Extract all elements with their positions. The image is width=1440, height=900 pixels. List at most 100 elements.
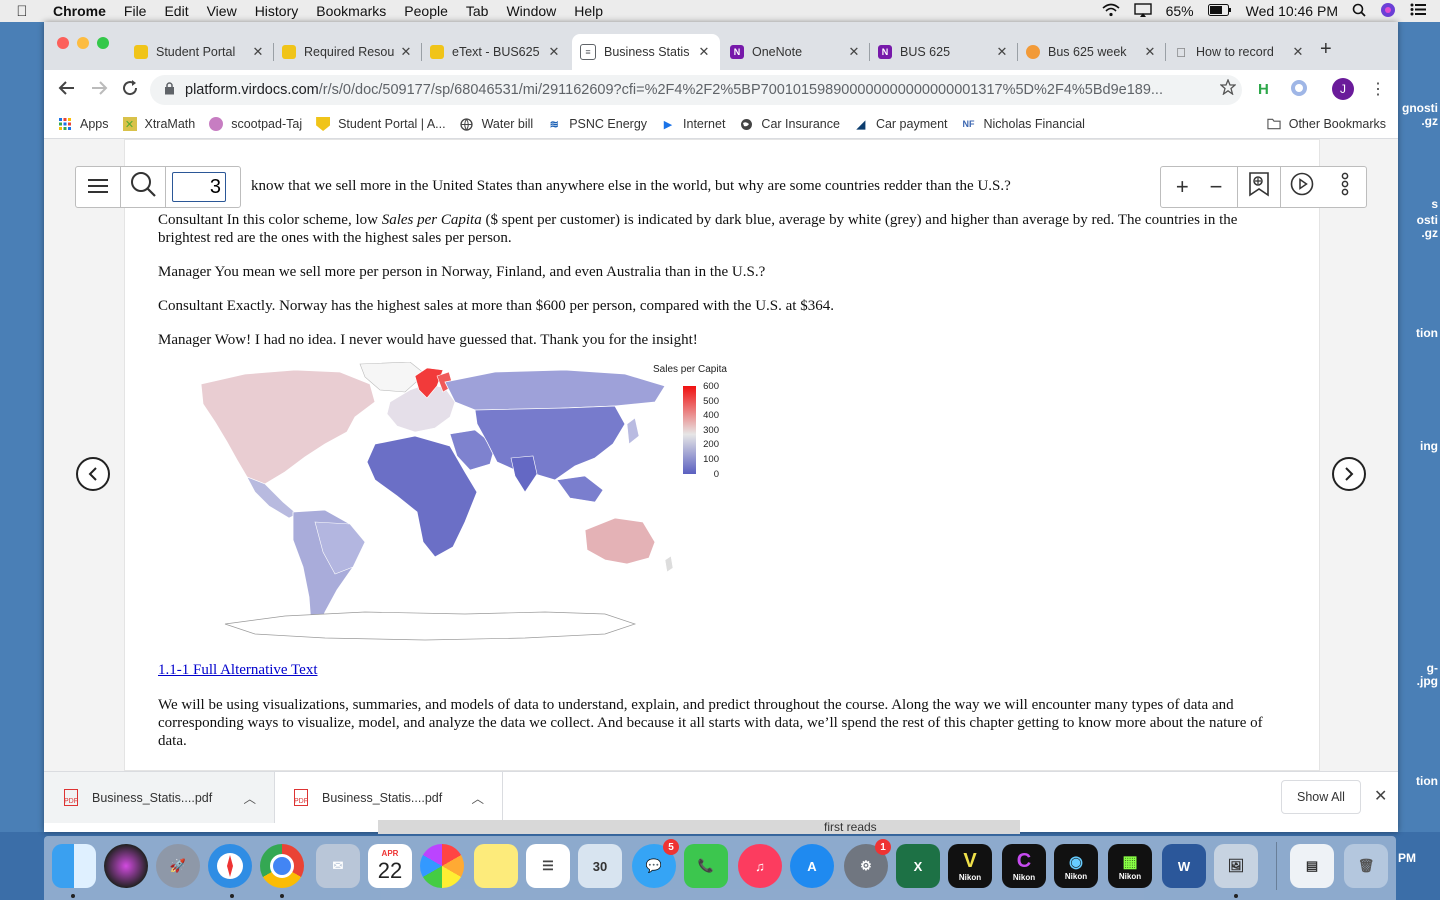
bookmark-student-portal[interactable]: Student Portal | A... [316, 117, 446, 131]
close-tab-icon[interactable]: ✕ [1142, 44, 1158, 60]
zoom-in-icon[interactable]: + [1161, 174, 1203, 200]
menu-hamburger-icon[interactable] [76, 174, 120, 200]
next-page-button[interactable] [1332, 457, 1366, 491]
bookmark-scootpad[interactable]: scootpad-Taj [209, 117, 302, 131]
menu-bookmarks[interactable]: Bookmarks [307, 3, 395, 19]
tab-business-statistics[interactable]: ≡ Business Statis ✕ [572, 34, 720, 70]
bookmark-star-icon[interactable] [1219, 78, 1237, 99]
finder-icon[interactable] [52, 844, 96, 888]
bookmark-internet[interactable]: ▶ Internet [661, 117, 726, 131]
tab-how-to-record[interactable]:  How to record ✕ [1166, 34, 1314, 70]
bookmark-car-insurance[interactable]: Car Insurance [739, 117, 840, 131]
more-options-icon[interactable] [1324, 172, 1366, 202]
menu-app-name[interactable]: Chrome [44, 3, 115, 19]
address-bar[interactable]: platform.virdocs.com/r/s/0/doc/509177/sp… [150, 75, 1242, 105]
tab-onenote[interactable]: N OneNote ✕ [722, 34, 870, 70]
safari-compass-icon[interactable] [208, 844, 252, 888]
extension-globe-icon[interactable] [1290, 79, 1308, 101]
previous-page-button[interactable] [76, 457, 110, 491]
messages-icon[interactable]: 5 💬 [632, 839, 679, 888]
menu-history[interactable]: History [246, 3, 308, 19]
search-icon[interactable] [121, 171, 165, 203]
trash-icon[interactable]: 🗑 [1344, 844, 1388, 888]
battery-percent[interactable]: 65% [1166, 3, 1194, 19]
nikon-app-icon[interactable]: ◉ Nikon [1054, 844, 1098, 888]
bookmark-search-icon[interactable] [1238, 171, 1280, 203]
downloads-stack-icon[interactable]: ▤ [1290, 844, 1334, 888]
airplay-icon[interactable] [1133, 2, 1152, 20]
menu-edit[interactable]: Edit [155, 3, 197, 19]
new-tab-button[interactable]: + [1320, 38, 1332, 61]
close-tab-icon[interactable]: ✕ [250, 44, 266, 60]
desktop-file-label[interactable]: tion [1416, 775, 1438, 788]
nikon-app-icon[interactable]: ▦ Nikon [1108, 844, 1152, 888]
mail-stamp-icon[interactable]: ✉ [316, 844, 360, 888]
bookmark-car-payment[interactable]: ◢ Car payment [854, 117, 948, 131]
chevron-up-icon[interactable]: ︿ [243, 788, 256, 807]
bookmark-xtramath[interactable]: ✕ XtraMath [122, 117, 195, 131]
chrome-menu-icon[interactable]: ⋮ [1370, 79, 1386, 99]
facetime-icon[interactable]: 📞 [684, 844, 728, 888]
close-tab-icon[interactable]: ✕ [398, 44, 414, 60]
close-tab-icon[interactable]: ✕ [1290, 44, 1306, 60]
image-capture-icon[interactable]: 🖼 [1214, 844, 1258, 888]
nikon-app-icon[interactable]: C Nikon [1002, 844, 1046, 888]
close-downloads-bar-icon[interactable]: ✕ [1374, 786, 1387, 806]
background-window[interactable]: first reads [378, 820, 1020, 834]
menu-help[interactable]: Help [565, 3, 612, 19]
lock-icon[interactable] [164, 82, 175, 98]
chrome-icon[interactable] [260, 844, 304, 888]
menu-file[interactable]: File [115, 3, 156, 19]
system-preferences-gear-icon[interactable]: 1 ⚙ [844, 839, 891, 888]
close-tab-icon[interactable]: ✕ [696, 44, 712, 60]
play-audio-icon[interactable] [1281, 172, 1323, 202]
preview-icon[interactable]: 30 [578, 844, 622, 888]
siri-icon[interactable] [1380, 2, 1396, 21]
close-tab-icon[interactable]: ✕ [994, 44, 1010, 60]
download-item[interactable]: PDF Business_Statis....pdf ︿ [44, 772, 275, 823]
battery-icon[interactable] [1207, 3, 1232, 19]
minimize-window-button[interactable] [77, 37, 89, 49]
profile-avatar[interactable]: J [1332, 78, 1354, 100]
photos-icon[interactable] [420, 844, 464, 888]
zoom-out-icon[interactable]: − [1203, 174, 1228, 200]
other-bookmarks-folder[interactable]: Other Bookmarks [1267, 117, 1386, 131]
show-all-downloads-button[interactable]: Show All [1281, 780, 1361, 814]
desktop-file-label[interactable]: tion [1416, 327, 1438, 340]
word-icon[interactable]: W [1162, 844, 1206, 888]
desktop-file-label[interactable]: g- .jpg [1417, 662, 1438, 688]
bookmark-apps[interactable]: Apps [58, 117, 109, 131]
bookmark-psnc-energy[interactable]: ≋ PSNC Energy [547, 117, 647, 131]
extension-hypothesis-icon[interactable]: H [1258, 81, 1269, 98]
desktop-file-label[interactable]: osti .gz [1417, 214, 1438, 240]
apple-icon[interactable]:  [0, 3, 44, 20]
spotlight-search-icon[interactable] [1352, 3, 1366, 20]
full-alternative-text-link[interactable]: 1.1-1 Full Alternative Text [158, 662, 318, 679]
tab-student-portal[interactable]: Student Portal ✕ [126, 34, 274, 70]
desktop-file-label[interactable]: s [1431, 198, 1438, 211]
calendar-icon[interactable]: APR 22 [368, 844, 412, 888]
forward-arrow-icon[interactable] [90, 79, 108, 102]
excel-icon[interactable]: X [896, 844, 940, 888]
menubar-clock[interactable]: Wed 10:46 PM [1246, 3, 1338, 19]
close-tab-icon[interactable]: ✕ [846, 44, 862, 60]
desktop-file-label[interactable]: ing [1420, 440, 1438, 453]
desktop-file-label[interactable]: gnosti .gz [1402, 102, 1438, 128]
tab-required-resources[interactable]: Required Resou ✕ [274, 34, 422, 70]
menu-view[interactable]: View [198, 3, 246, 19]
close-tab-icon[interactable]: ✕ [546, 44, 562, 60]
reload-icon[interactable] [121, 79, 139, 102]
menu-people[interactable]: People [395, 3, 457, 19]
chevron-up-icon[interactable]: ︿ [471, 788, 484, 807]
bookmark-water-bill[interactable]: Water bill [460, 117, 533, 131]
tab-etext[interactable]: eText - BUS625 ✕ [422, 34, 570, 70]
app-store-icon[interactable]: A [790, 844, 834, 888]
close-window-button[interactable] [57, 37, 69, 49]
launchpad-rocket-icon[interactable]: 🚀 [156, 844, 200, 888]
zoom-window-button[interactable] [97, 37, 109, 49]
siri-icon[interactable] [104, 844, 148, 888]
back-arrow-icon[interactable] [58, 79, 76, 102]
tab-bus-625[interactable]: N BUS 625 ✕ [870, 34, 1018, 70]
tab-bus-625-week[interactable]: Bus 625 week ✕ [1018, 34, 1166, 70]
reminders-icon[interactable]: ☰ [526, 844, 570, 888]
